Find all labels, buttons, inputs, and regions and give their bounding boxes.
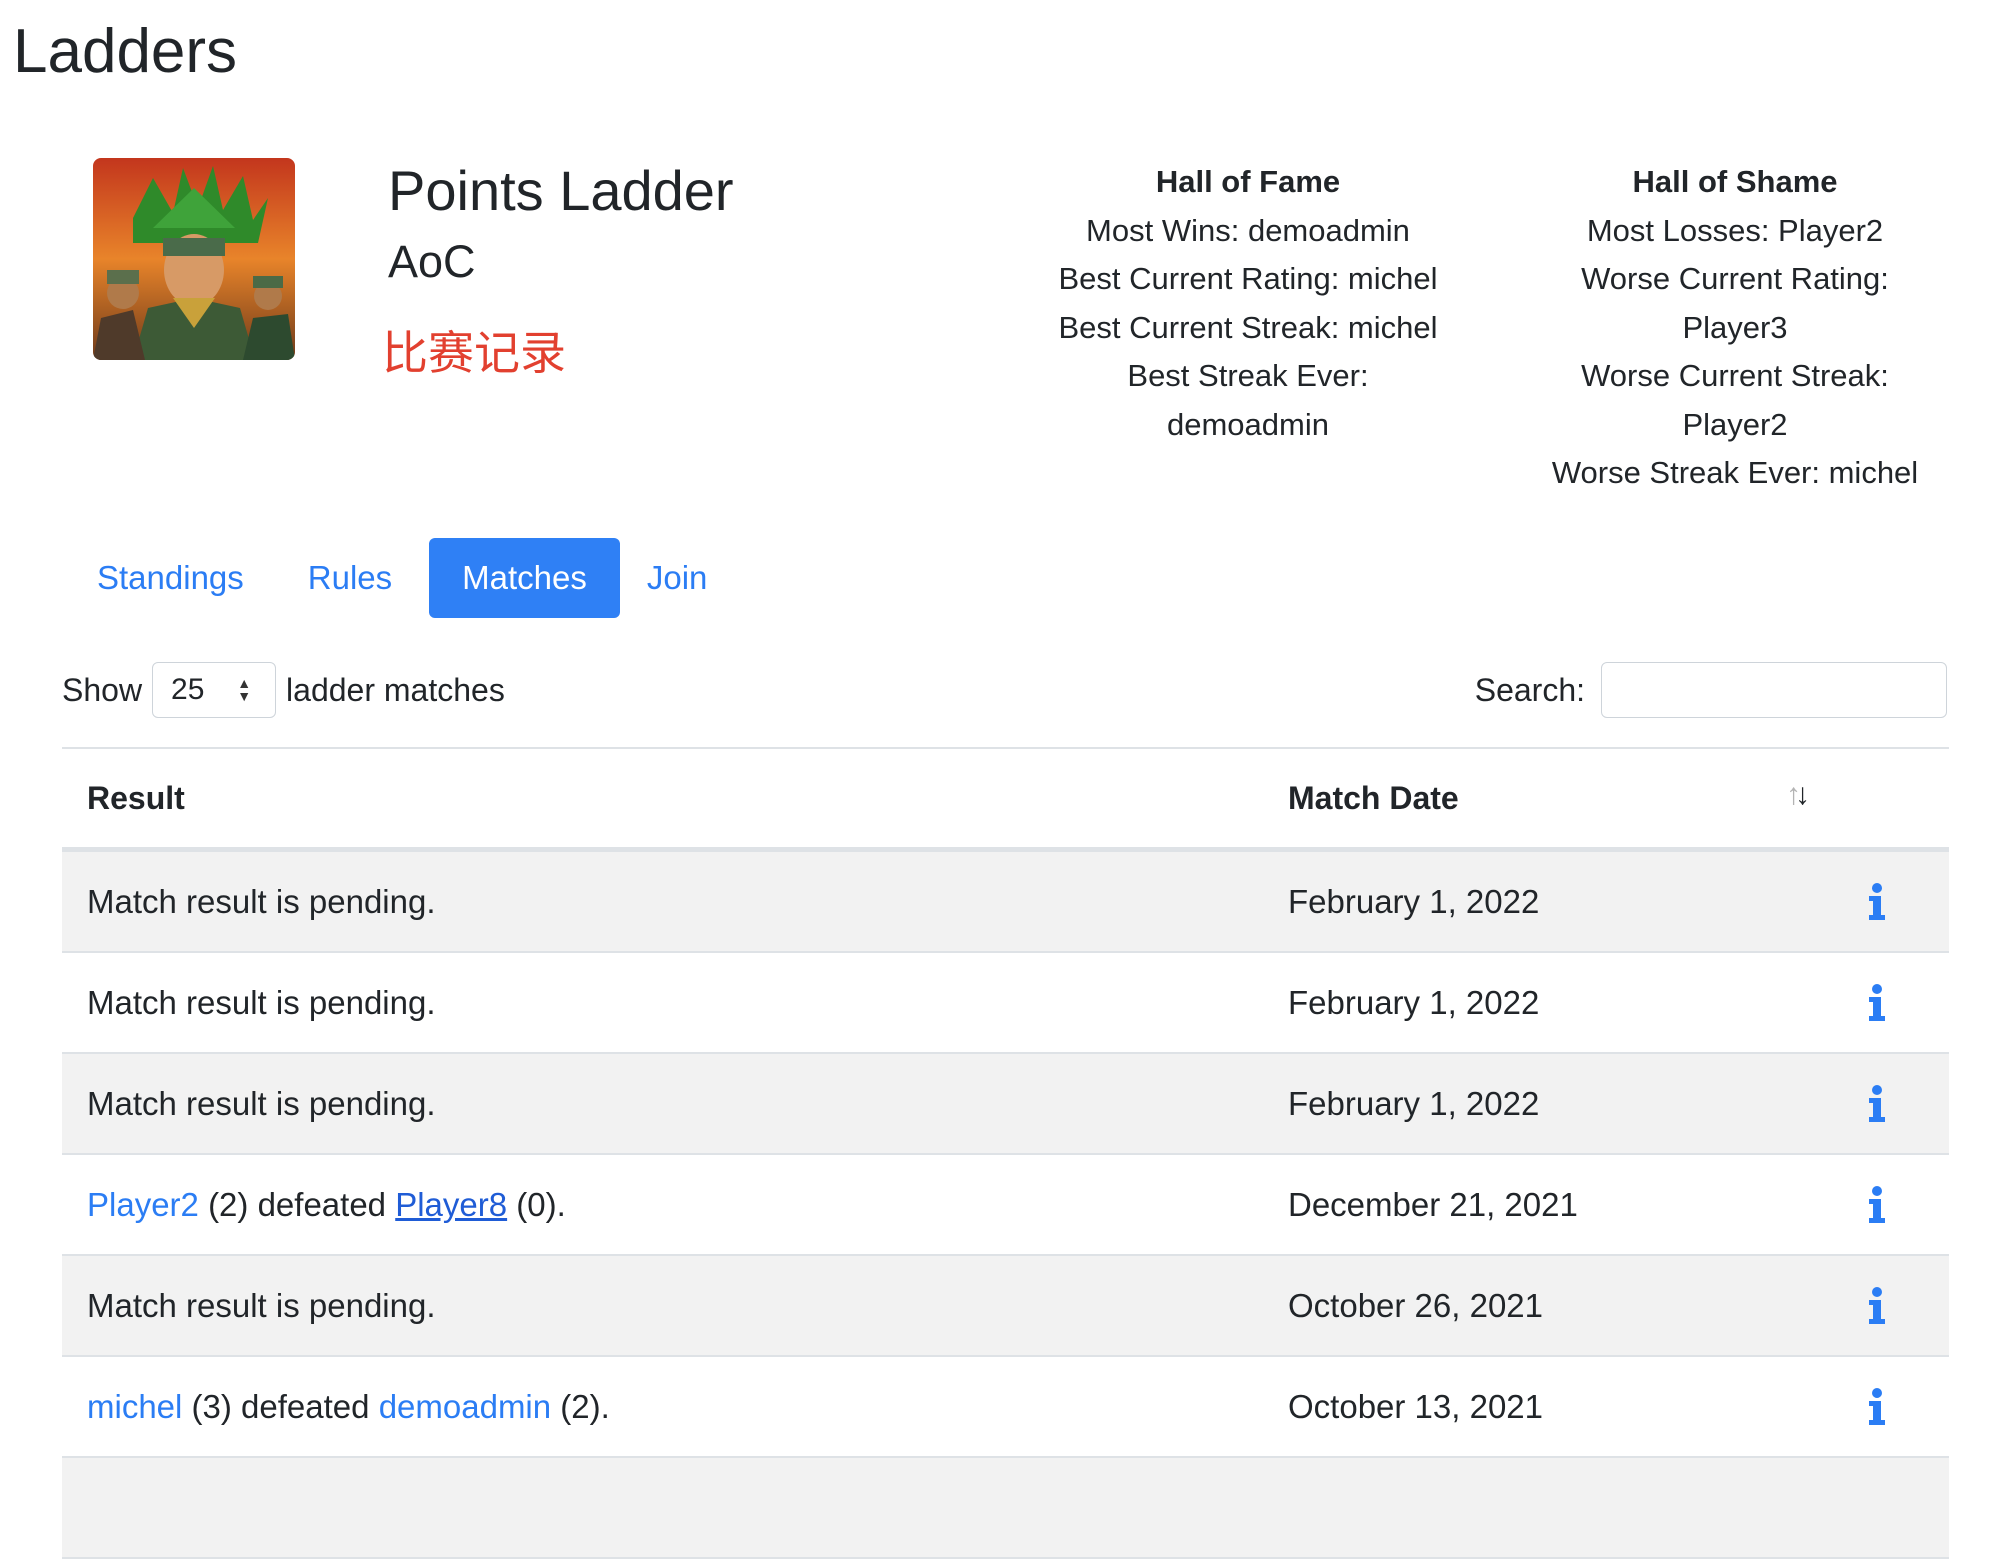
match-date: February 1, 2022 [1288,1085,1540,1122]
table-header: Result Match Date ↑↓ [62,747,1949,852]
info-icon[interactable] [1862,882,1892,922]
loser-link[interactable]: Player8 [395,1186,507,1223]
ladder-avatar-image [93,158,295,360]
search-label: Search: [1474,671,1585,708]
ladder-matches-label: ladder matches [286,671,505,708]
hall-of-shame-line: Most Losses: Player2 [1586,212,1884,248]
page-length-control: Show 25 ▲ ▼ ladder matches [62,662,505,718]
search-control: Search: [1475,662,1947,718]
match-result: Match result is pending. [87,883,436,920]
hall-of-fame-line: Most Wins: demoadmin [1086,212,1410,248]
info-icon[interactable] [1862,1084,1892,1124]
table-row [62,1458,1949,1559]
hall-of-fame-line: Best Current Rating: michel [1058,261,1438,296]
hall-of-shame-title: Hall of Shame [1632,164,1838,199]
info-icon[interactable] [1862,983,1892,1023]
tab-matches[interactable]: Matches [429,538,620,618]
result-verb: defeated [257,1186,387,1223]
column-header-result[interactable]: Result [87,749,185,847]
table-row: Match result is pending. February 1, 202… [62,852,1949,953]
winner-link[interactable]: michel [87,1388,182,1425]
table-row: Match result is pending. October 26, 202… [62,1256,1949,1357]
table-row: michel (3) defeated demoadmin (2). Octob… [62,1357,1949,1458]
hall-of-shame-line: Worse Current Rating: [1581,261,1889,296]
info-icon[interactable] [1862,1185,1892,1225]
hall-of-shame-line: Player3 [1682,309,1788,345]
winner-score: (2) [208,1186,249,1223]
winner-score: (3) [191,1388,232,1425]
page-title: Ladders [13,17,238,86]
select-arrows-icon: ▲ ▼ [237,675,252,704]
hall-of-fame-title: Hall of Fame [1155,164,1341,199]
winner-link[interactable]: Player2 [87,1186,199,1223]
match-date: October 13, 2021 [1288,1388,1544,1425]
match-date: October 26, 2021 [1288,1287,1544,1324]
loser-score: (0). [516,1186,566,1223]
page-length-value: 25 [171,673,205,706]
match-result: Match result is pending. [87,1287,436,1324]
loser-link[interactable]: demoadmin [379,1388,551,1425]
info-icon[interactable] [1862,1387,1892,1427]
hall-of-fame-line: Best Current Streak: michel [1058,309,1438,345]
ladder-game: AoC [388,236,476,287]
page-length-select[interactable]: 25 ▲ ▼ [152,662,277,718]
hall-of-shame-line: Worse Streak Ever: michel [1551,455,1919,490]
info-icon[interactable] [1862,1286,1892,1326]
match-date: February 1, 2022 [1288,883,1540,920]
loser-score: (2). [560,1388,610,1425]
match-result: Player2 (2) defeated Player8 (0). [87,1155,566,1254]
hall-of-fame-line: Best Streak Ever: [1127,358,1369,393]
hall-of-shame-line: Worse Current Streak: [1581,358,1889,393]
hall-of-fame-line: demoadmin [1167,406,1329,442]
ladder-name: Points Ladder [388,159,734,222]
table-row: Player2 (2) defeated Player8 (0). Decemb… [62,1155,1949,1256]
match-date: December 21, 2021 [1288,1186,1578,1223]
table-row: Match result is pending. February 1, 202… [62,953,1949,1054]
search-input[interactable] [1601,662,1947,718]
sort-arrows-icon[interactable]: ↑↓ [1786,775,1810,815]
match-result: michel (3) defeated demoadmin (2). [87,1357,610,1456]
ladder-tabs: Standings Rules Matches Join [70,538,744,618]
show-label: Show [62,671,143,708]
match-result: Match result is pending. [87,1085,436,1122]
tab-standings[interactable]: Standings [70,538,271,618]
ladder-subtitle: 比赛记录 [382,327,566,379]
hall-of-fame: Hall of Fame Most Wins: demoadmin Best C… [1013,158,1483,449]
table-row: Match result is pending. February 1, 202… [62,1054,1949,1155]
matches-table: Result Match Date ↑↓ Match result is pen… [62,747,1949,1559]
match-result: Match result is pending. [87,984,436,1021]
tab-rules[interactable]: Rules [281,538,419,618]
column-header-match-date[interactable]: Match Date [1288,749,1459,847]
tab-join[interactable]: Join [620,538,735,618]
hall-of-shame: Hall of Shame Most Losses: Player2 Worse… [1525,158,1945,498]
match-date: February 1, 2022 [1288,984,1540,1021]
hall-of-shame-line: Player2 [1682,406,1788,442]
result-verb: defeated [241,1388,370,1425]
